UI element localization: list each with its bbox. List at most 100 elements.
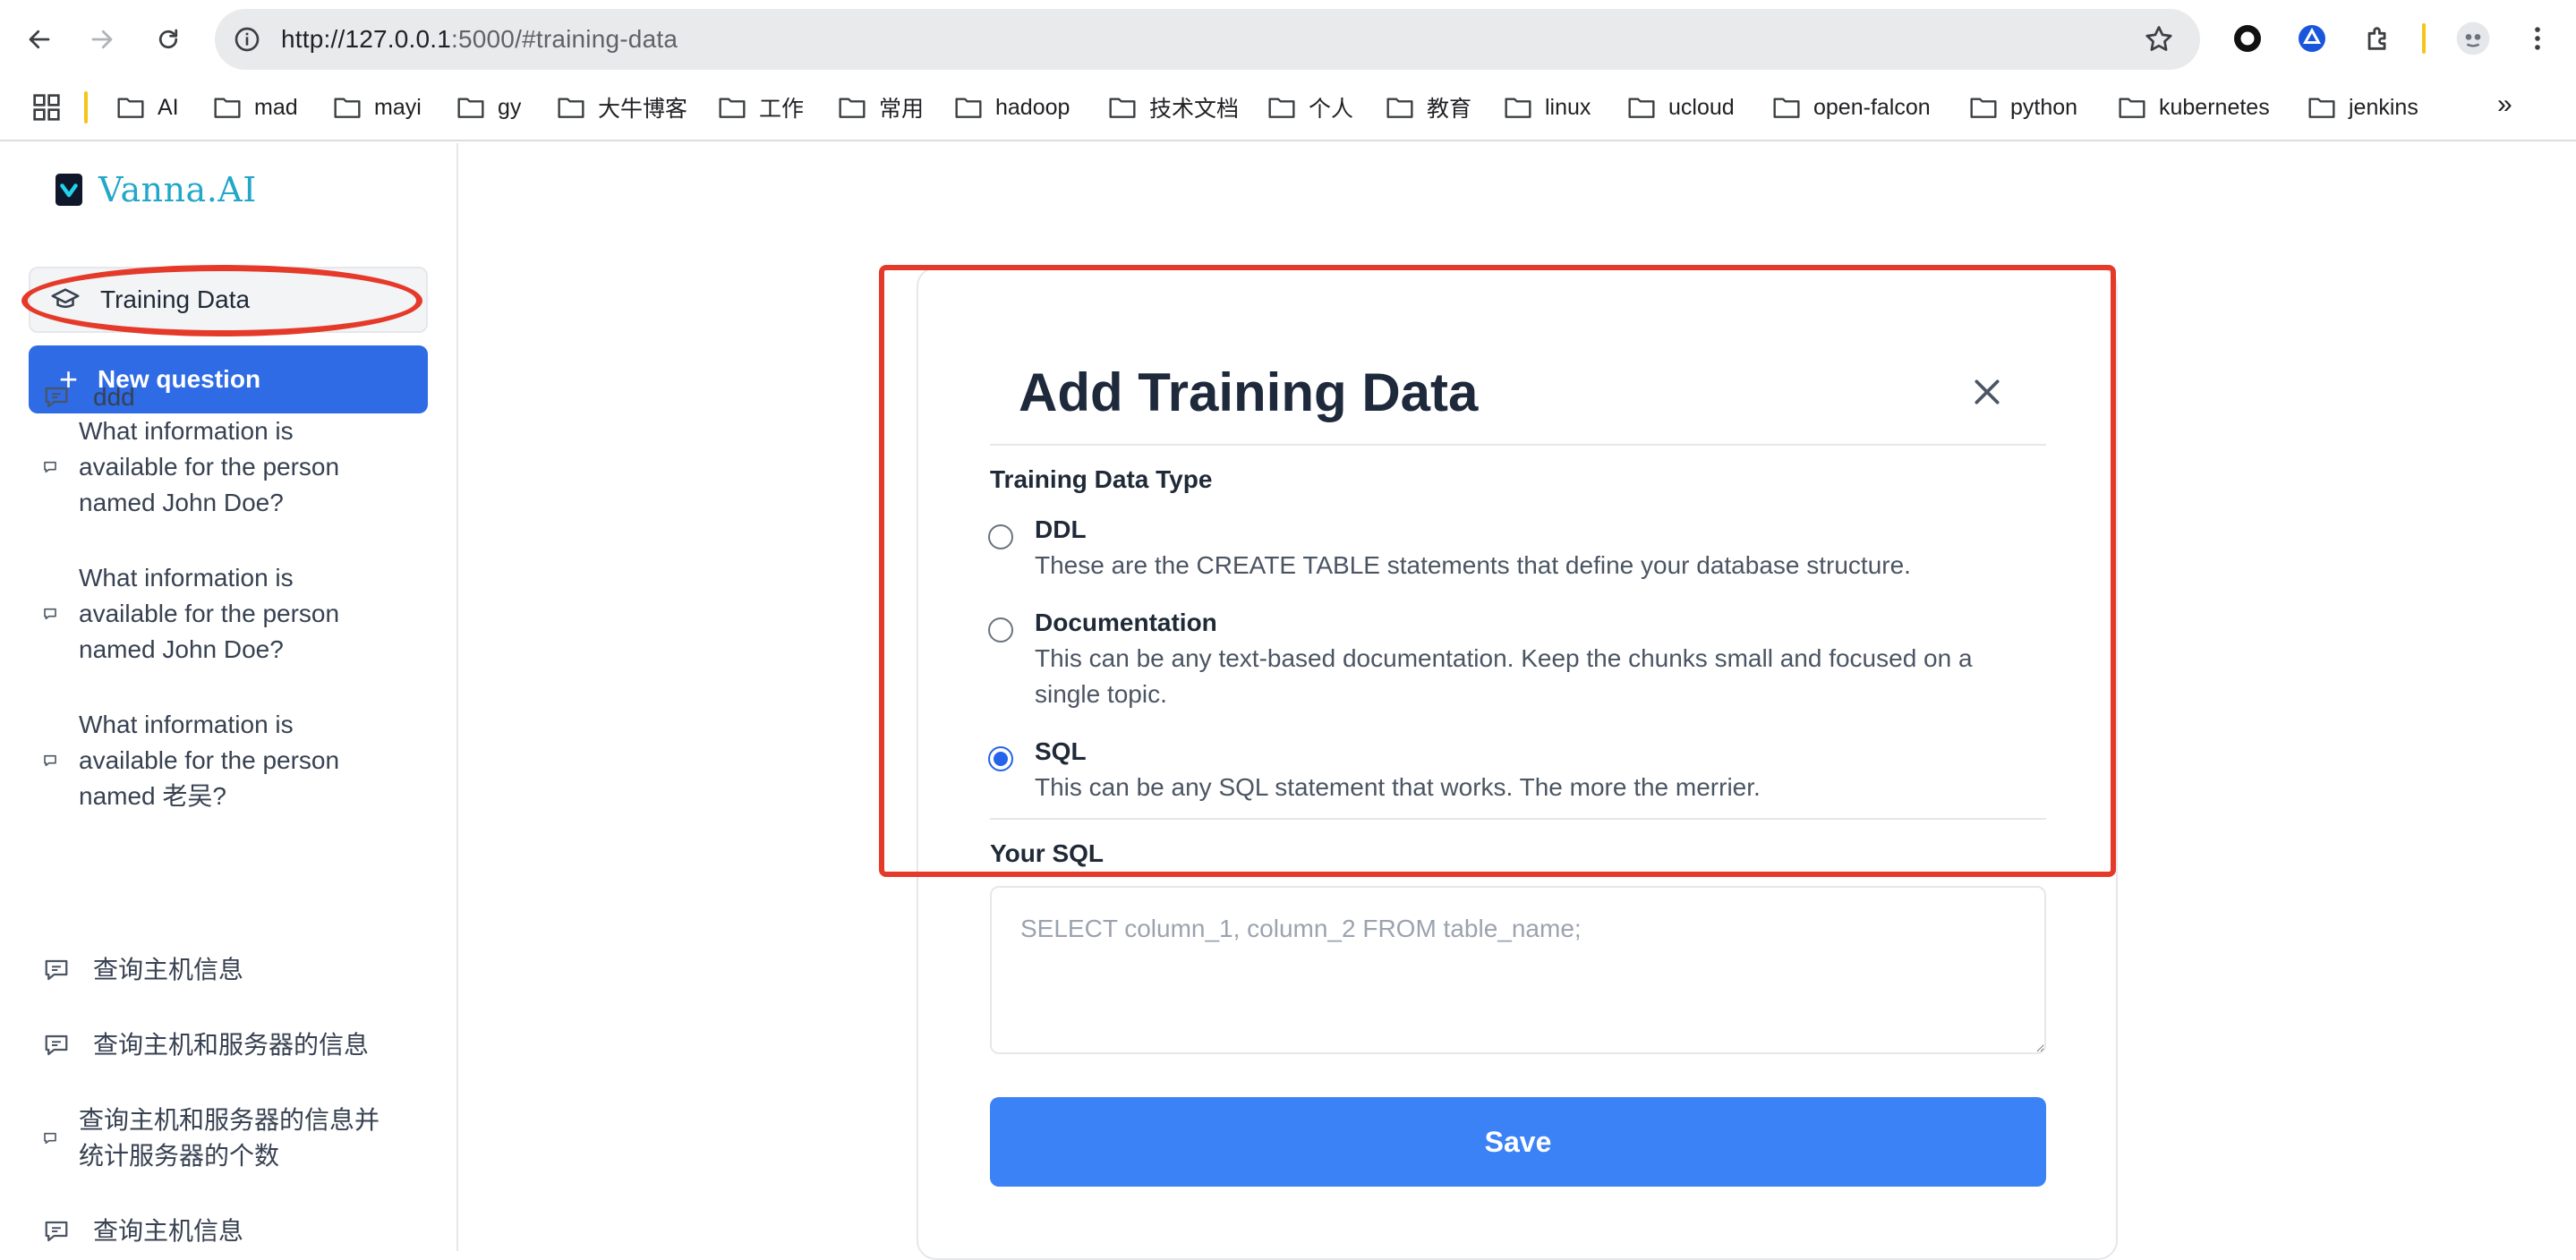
question-text: What information is available for the pe… [79, 711, 340, 810]
reload-icon[interactable] [147, 18, 190, 61]
question-text: 查询主机信息 [93, 1217, 244, 1245]
sql-input[interactable] [990, 886, 2046, 1054]
question-item[interactable]: What information is available for the pe… [43, 560, 428, 668]
bookmark-item[interactable]: open-falcon [1772, 89, 1931, 125]
bookmark-label: hadoop [995, 94, 1070, 120]
folder-icon [2119, 98, 2145, 118]
folder-icon [1773, 98, 1800, 118]
bookmark-item[interactable]: AI [116, 89, 179, 125]
chat-icon [44, 461, 56, 473]
profile-avatar[interactable] [2454, 20, 2492, 57]
address-bar[interactable]: http://127.0.0.1:5000/#training-data [215, 9, 2200, 70]
chat-icon [45, 1221, 68, 1242]
bookmark-label: open-falcon [1813, 94, 1931, 120]
question-item[interactable]: 查询主机信息 [43, 1213, 428, 1249]
bookmark-label: mad [254, 94, 298, 120]
question-item[interactable]: 查询主机信息 [43, 952, 428, 988]
question-item[interactable]: 查询主机和服务器的信息并统计服务器的个数 [43, 1102, 428, 1174]
bookmark-item[interactable]: python [1969, 89, 2077, 125]
apps-grid-icon[interactable] [32, 93, 61, 122]
question-item[interactable]: What information is available for the pe… [43, 707, 428, 814]
bookmark-label: jenkins [2349, 94, 2418, 120]
question-text: What information is available for the pe… [79, 417, 340, 516]
question-text: ddd [93, 383, 135, 411]
folder-icon [719, 98, 746, 118]
vanna-logo-icon [55, 174, 82, 206]
bookmarks-divider [84, 91, 88, 123]
chat-icon [44, 608, 56, 620]
bookmark-label: 技术文档 [1149, 97, 1240, 122]
chat-icon [44, 1132, 56, 1145]
question-text: 查询主机信息 [93, 956, 244, 983]
sidebar: Vanna.AI Training Data + New question dd… [0, 143, 458, 1251]
bookmark-item[interactable]: 大牛博客 [557, 89, 687, 125]
folder-icon [839, 98, 866, 118]
folder-icon [457, 98, 484, 118]
extensions-puzzle-icon[interactable] [2359, 20, 2397, 57]
url-host: http://127.0.0.1 [281, 25, 452, 53]
bookmark-item[interactable]: hadoop [954, 89, 1070, 125]
bookmark-item[interactable]: 常用 [838, 89, 924, 125]
bookmark-item[interactable]: mayi [333, 89, 422, 125]
browser-toolbar: http://127.0.0.1:5000/#training-data [0, 0, 2576, 77]
bookmark-label: mayi [374, 94, 422, 120]
logo-text: Vanna.AI [98, 170, 257, 209]
chat-icon [44, 754, 56, 767]
bookmark-label: linux [1545, 94, 1591, 120]
bookmark-item[interactable]: 技术文档 [1108, 89, 1239, 125]
bookmark-label: 工作 [759, 97, 805, 122]
question-item[interactable]: ddd [43, 379, 428, 415]
star-icon[interactable] [2143, 23, 2175, 55]
bookmark-label: kubernetes [2159, 94, 2270, 120]
url-text: http://127.0.0.1:5000/#training-data [281, 25, 678, 54]
question-item[interactable]: 查询主机和服务器的信息 [43, 1027, 428, 1063]
folder-icon [1268, 98, 1295, 118]
back-icon[interactable] [18, 18, 61, 61]
chat-icon [45, 1034, 68, 1056]
bookmark-item[interactable]: 工作 [718, 89, 804, 125]
bookmark-item[interactable]: 教育 [1386, 89, 1471, 125]
folder-icon [1386, 98, 1413, 118]
question-text: 查询主机和服务器的信息并统计服务器的个数 [79, 1106, 380, 1170]
bookmark-item[interactable]: mad [213, 89, 298, 125]
annotation-rectangle [879, 265, 2116, 877]
site-info-icon[interactable] [231, 23, 263, 55]
folder-icon [558, 98, 584, 118]
folder-icon [117, 98, 144, 118]
bookmark-label: 大牛博客 [598, 97, 688, 122]
bookmark-label: 教育 [1427, 97, 1472, 122]
logo[interactable]: Vanna.AI [55, 170, 257, 209]
bookmark-label: python [2010, 94, 2078, 120]
bookmark-item[interactable]: gy [456, 89, 521, 125]
bookmarks-overflow-icon[interactable]: » [2497, 89, 2512, 120]
bookmark-label: 常用 [879, 97, 925, 122]
bookmark-item[interactable]: 个人 [1267, 89, 1353, 125]
folder-icon [1505, 98, 1531, 118]
folder-icon [1970, 98, 1997, 118]
bookmark-item[interactable]: linux [1504, 89, 1591, 125]
save-button[interactable]: Save [990, 1097, 2046, 1187]
bookmark-item[interactable]: jenkins [2307, 89, 2418, 125]
question-text: 查询主机和服务器的信息 [93, 1031, 370, 1059]
bookmark-item[interactable]: ucloud [1627, 89, 1735, 125]
forward-icon[interactable] [81, 18, 124, 61]
drive-extension-icon[interactable] [2293, 20, 2331, 57]
record-extension-icon[interactable] [2229, 20, 2266, 57]
annotation-ellipse [21, 265, 422, 336]
more-menu-icon[interactable] [2519, 20, 2556, 57]
bookmark-label: gy [498, 94, 522, 120]
folder-icon [334, 98, 361, 118]
question-text: What information is available for the pe… [79, 564, 340, 663]
chat-icon [45, 387, 68, 408]
folder-icon [1628, 98, 1655, 118]
bookmark-item[interactable]: kubernetes [2118, 89, 2270, 125]
question-item[interactable]: What information is available for the pe… [43, 413, 428, 521]
folder-icon [214, 98, 241, 118]
bookmark-label: AI [158, 94, 179, 120]
chat-icon [45, 959, 68, 981]
bookmark-label: 个人 [1309, 97, 1354, 122]
folder-icon [1109, 98, 1136, 118]
bookmark-label: ucloud [1668, 94, 1735, 120]
folder-icon [2308, 98, 2335, 118]
folder-icon [955, 98, 982, 118]
